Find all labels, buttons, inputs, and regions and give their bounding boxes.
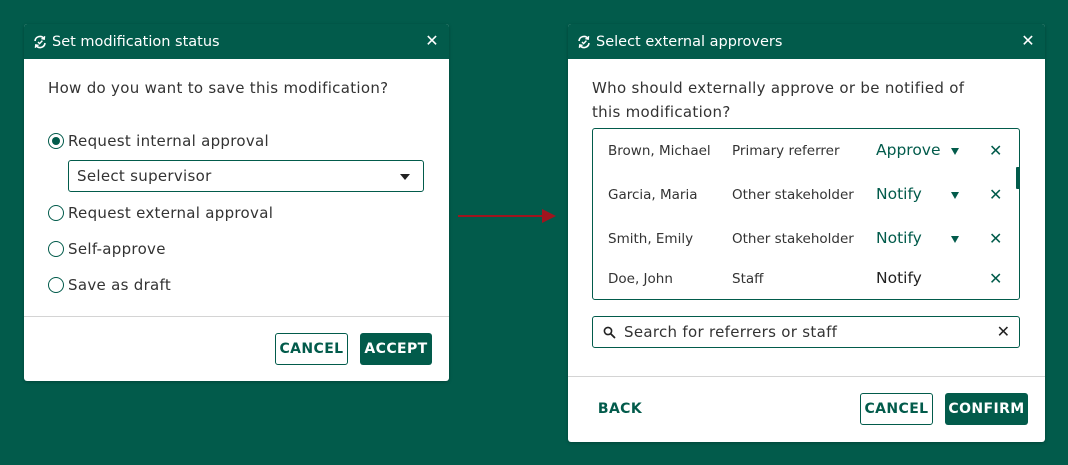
cancel-button[interactable]: CANCEL (275, 333, 348, 365)
radio-button[interactable] (48, 205, 64, 221)
radio-button[interactable] (48, 241, 64, 257)
approver-row: Garcia, Maria Other stakeholder Notify ✕ (593, 184, 1019, 206)
radio-label: Request internal approval (68, 132, 270, 150)
radio-label: Save as draft (68, 276, 172, 294)
approver-name: Brown, Michael (608, 143, 711, 159)
close-icon[interactable]: ✕ (425, 33, 439, 49)
dialog-title: Set modification status (52, 33, 220, 50)
radio-button[interactable] (48, 277, 64, 293)
close-icon[interactable]: ✕ (1021, 33, 1035, 49)
approvers-list[interactable]: Brown, Michael Primary referrer Approve … (592, 128, 1020, 300)
supervisor-select[interactable]: Select supervisor (68, 160, 424, 192)
approver-action-value: Notify (876, 269, 922, 287)
approver-row: Doe, John Staff Notify ✕ (593, 268, 1019, 290)
remove-icon[interactable]: ✕ (989, 269, 1002, 288)
remove-icon[interactable]: ✕ (989, 229, 1002, 248)
footer-divider (568, 376, 1045, 377)
dialog-header: Set modification status ✕ (24, 24, 449, 60)
approver-name: Smith, Emily (608, 231, 694, 247)
radio-save-as-draft[interactable]: Save as draft (48, 276, 171, 294)
chevron-down-icon (400, 174, 410, 180)
approver-role: Primary referrer (732, 143, 840, 159)
back-button[interactable]: BACK (593, 393, 647, 425)
approver-role: Staff (732, 271, 764, 287)
approver-role: Other stakeholder (732, 187, 854, 203)
search-placeholder: Search for referrers or staff (624, 323, 838, 341)
footer-divider (24, 316, 449, 317)
status-cycle-icon (578, 35, 590, 48)
question-line: this modification? (592, 103, 731, 121)
approver-name: Doe, John (608, 271, 673, 287)
dialog-question: How do you want to save this modificatio… (48, 79, 389, 97)
approver-action-select[interactable]: Notify (876, 185, 922, 203)
radio-label: Self-approve (68, 240, 166, 258)
question-line: Who should externally approve or be noti… (592, 79, 965, 97)
dialog-question: Who should externally approve or be noti… (592, 76, 964, 124)
radio-self-approve[interactable]: Self-approve (48, 240, 166, 258)
approver-action-select[interactable]: Notify (876, 229, 922, 247)
scrollbar-thumb[interactable] (1016, 167, 1020, 189)
chevron-down-icon[interactable] (951, 192, 959, 199)
radio-request-internal-approval[interactable]: Request internal approval (48, 132, 269, 150)
chevron-down-icon[interactable] (951, 148, 959, 155)
search-icon (603, 326, 616, 339)
radio-label: Request external approval (68, 204, 274, 222)
approver-action-select[interactable]: Approve (876, 141, 941, 159)
radio-request-external-approval[interactable]: Request external approval (48, 204, 273, 222)
remove-icon[interactable]: ✕ (989, 185, 1002, 204)
remove-icon[interactable]: ✕ (989, 141, 1002, 160)
external-approvers-dialog: Select external approvers ✕ Who should e… (568, 24, 1045, 442)
accept-button[interactable]: ACCEPT (360, 333, 432, 365)
approver-role: Other stakeholder (732, 231, 854, 247)
dialog-header: Select external approvers ✕ (568, 24, 1045, 60)
chevron-down-icon[interactable] (951, 236, 959, 243)
radio-button[interactable] (48, 133, 64, 149)
supervisor-select-value: Select supervisor (77, 167, 212, 185)
approver-row: Smith, Emily Other stakeholder Notify ✕ (593, 228, 1019, 250)
dialog-title: Select external approvers (596, 33, 783, 50)
approver-name: Garcia, Maria (608, 187, 698, 203)
status-cycle-icon (34, 35, 46, 48)
arrow-right-icon (458, 209, 556, 223)
approver-row: Brown, Michael Primary referrer Approve … (593, 140, 1019, 162)
confirm-button[interactable]: CONFIRM (945, 393, 1028, 425)
search-input[interactable]: Search for referrers or staff ✕ (592, 316, 1020, 348)
clear-icon[interactable]: ✕ (997, 322, 1010, 341)
modification-status-dialog: Set modification status ✕ How do you wan… (24, 24, 449, 381)
cancel-button[interactable]: CANCEL (860, 393, 933, 425)
